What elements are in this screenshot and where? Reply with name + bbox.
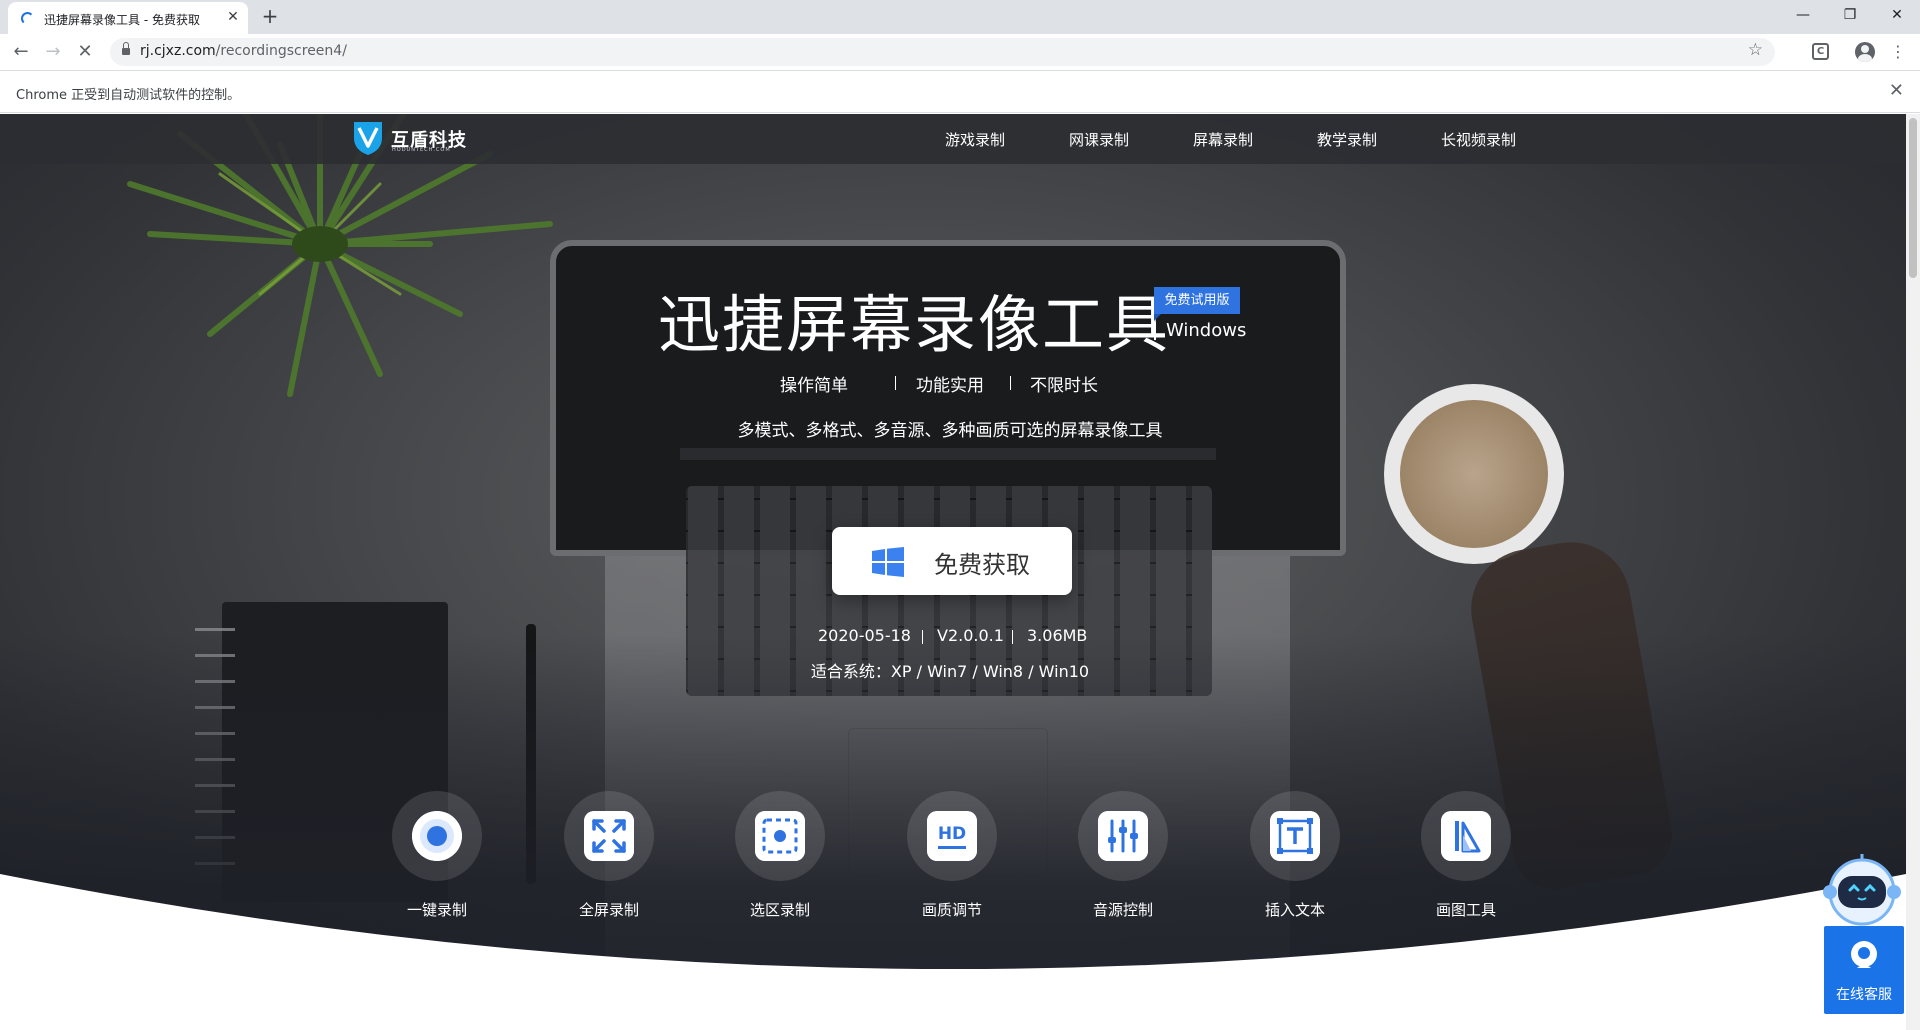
infobar-message: Chrome 正受到自动测试软件的控制。 — [16, 88, 241, 103]
browser-tabstrip: 迅捷屏幕录像工具 - 免费获取 ✕ + — ❐ ✕ — [0, 0, 1920, 34]
drawing-tool-icon — [1441, 811, 1491, 861]
record-icon — [412, 811, 462, 861]
svg-text:HD: HD — [938, 824, 966, 844]
new-tab-button[interactable]: + — [258, 5, 282, 29]
text-insert-icon — [1270, 811, 1320, 861]
chat-support-icon — [1851, 941, 1877, 968]
os-label: Windows — [1154, 322, 1246, 340]
meta-divider — [1012, 630, 1013, 644]
audio-mixer-icon — [1098, 811, 1148, 861]
bookmark-star-icon[interactable]: ☆ — [1748, 40, 1763, 60]
tool-icon-circle — [1250, 791, 1340, 881]
trial-badge: 免费试用版 — [1154, 287, 1240, 321]
feature-item: 不限时长 — [1030, 376, 1098, 396]
windows-logo-icon — [872, 547, 904, 577]
url-text[interactable]: rj.cjxz.com/recordingscreen4/ — [140, 43, 347, 59]
minimize-button[interactable]: — — [1780, 0, 1826, 30]
laptop-hinge-decoration — [680, 448, 1216, 460]
hero-wave-divider — [0, 874, 1906, 1030]
hero-section: 互盾科技 HODUNTECH.COM 游戏录制 网课录制 屏幕录制 教学录制 长… — [0, 114, 1906, 1030]
release-meta: 2020-05-18 V2.0.0.1 3.06MB — [800, 626, 1100, 650]
hd-quality-icon: HD — [927, 811, 977, 861]
nav-link-game-recording[interactable]: 游戏录制 — [945, 129, 1005, 150]
lock-icon[interactable] — [122, 42, 130, 56]
feature-item: 操作简单 — [780, 376, 848, 396]
nav-link-teaching-recording[interactable]: 教学录制 — [1317, 129, 1377, 150]
logo-subtext: HODUNTECH.COM — [392, 147, 451, 153]
feature-highlights: 操作简单 功能实用 不限时长 — [780, 371, 1120, 396]
version-number: V2.0.0.1 — [937, 626, 1004, 645]
page-scrollbar[interactable] — [1906, 114, 1920, 1030]
tool-icon-circle — [735, 791, 825, 881]
online-service-button[interactable]: 在线客服 — [1824, 926, 1904, 1014]
file-size: 3.06MB — [1027, 626, 1088, 645]
web-page: 互盾科技 HODUNTECH.COM 游戏录制 网课录制 屏幕录制 教学录制 长… — [0, 114, 1906, 1030]
automation-infobar: Chrome 正受到自动测试软件的控制。 ✕ — [0, 70, 1920, 113]
nav-link-online-class-recording[interactable]: 网课录制 — [1069, 129, 1129, 150]
back-button[interactable]: ← — [8, 39, 34, 65]
extension-icon[interactable]: C — [1812, 43, 1829, 60]
forward-button[interactable]: → — [40, 39, 66, 65]
tool-icon-circle — [1421, 791, 1511, 881]
product-title: 迅捷屏幕录像工具 — [658, 288, 1171, 361]
feature-divider — [1010, 376, 1011, 390]
supported-systems: 适合系统：XP / Win7 / Win8 / Win10 — [810, 662, 1090, 681]
download-label: 免费获取 — [934, 551, 1030, 579]
loading-spinner-icon — [21, 12, 34, 25]
feature-item: 功能实用 — [916, 376, 984, 396]
tool-icon-circle: HD — [907, 791, 997, 881]
profile-avatar-icon[interactable] — [1855, 42, 1875, 62]
browser-tab[interactable]: 迅捷屏幕录像工具 - 免费获取 ✕ — [8, 2, 248, 34]
window-close-button[interactable]: ✕ — [1874, 0, 1920, 30]
fullscreen-icon — [584, 811, 634, 861]
release-date: 2020-05-18 — [818, 626, 911, 645]
infobar-close-icon[interactable]: ✕ — [1889, 80, 1904, 101]
address-bar[interactable]: rj.cjxz.com/recordingscreen4/ ☆ — [110, 38, 1775, 66]
nav-link-long-video-recording[interactable]: 长视频录制 — [1441, 129, 1516, 150]
coffee-decoration — [1400, 400, 1548, 548]
free-download-button[interactable]: 免费获取 — [832, 527, 1072, 595]
feature-divider — [895, 376, 896, 390]
browser-menu-icon[interactable]: ⋮ — [1886, 40, 1910, 64]
stop-loading-button[interactable]: ✕ — [72, 39, 98, 65]
tool-icon-circle — [392, 791, 482, 881]
product-tagline: 多模式、多格式、多音源、多种画质可选的屏幕录像工具 — [737, 421, 1163, 441]
robot-mascot-icon[interactable] — [1820, 852, 1904, 926]
url-path: /recordingscreen4/ — [215, 43, 347, 59]
tab-title: 迅捷屏幕录像工具 - 免费获取 — [44, 13, 200, 27]
browser-toolbar: ← → ✕ rj.cjxz.com/recordingscreen4/ ☆ C … — [0, 34, 1920, 70]
site-header: 互盾科技 HODUNTECH.COM 游戏录制 网课录制 屏幕录制 教学录制 长… — [0, 114, 1906, 164]
scrollbar-thumb[interactable] — [1909, 118, 1917, 278]
tab-close-icon[interactable]: ✕ — [224, 8, 242, 26]
restore-button[interactable]: ❐ — [1827, 0, 1873, 30]
shield-logo-icon — [354, 122, 382, 155]
service-label: 在线客服 — [1836, 987, 1892, 1003]
nav-link-screen-recording[interactable]: 屏幕录制 — [1193, 129, 1253, 150]
meta-divider — [922, 630, 923, 644]
region-select-icon — [755, 811, 805, 861]
tool-icon-circle — [564, 791, 654, 881]
tool-icon-circle — [1078, 791, 1168, 881]
url-host: rj.cjxz.com — [140, 43, 216, 59]
